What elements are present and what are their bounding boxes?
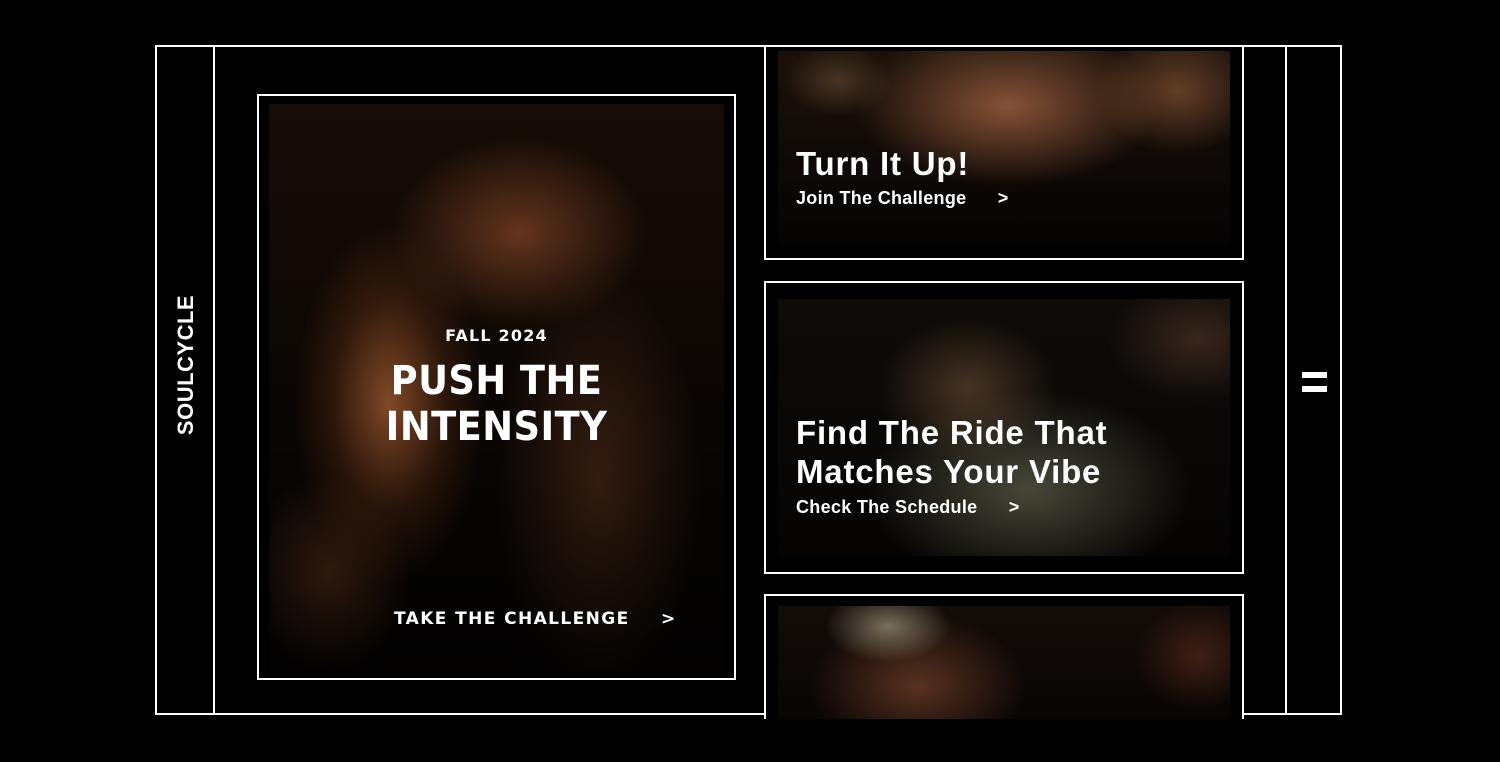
brand-logo[interactable]: SOULCYCLE bbox=[173, 295, 199, 435]
hero-eyebrow: FALL 2024 bbox=[445, 326, 548, 345]
promo-card-schedule[interactable]: Find The Ride That Matches Your Vibe Che… bbox=[764, 281, 1244, 574]
promo-photo-partial bbox=[778, 606, 1230, 719]
hero-title: PUSH THE INTENSITY bbox=[385, 358, 608, 450]
hero-cta-link[interactable]: TAKE THE CHALLENGE > bbox=[394, 609, 677, 629]
hamburger-menu-icon[interactable] bbox=[1302, 372, 1327, 394]
menu-bar-top bbox=[1302, 372, 1327, 378]
promo-card-partial[interactable] bbox=[764, 594, 1244, 719]
check-schedule-link[interactable]: Check The Schedule > bbox=[796, 497, 1020, 518]
promo-title-schedule: Find The Ride That Matches Your Vibe bbox=[796, 414, 1108, 490]
chevron-right-icon: > bbox=[660, 609, 677, 629]
check-schedule-label: Check The Schedule bbox=[796, 497, 978, 517]
chevron-right-icon: > bbox=[997, 188, 1009, 208]
promo-title-challenge: Turn It Up! bbox=[796, 145, 970, 182]
hero-card[interactable]: FALL 2024 PUSH THE INTENSITY TAKE THE CH… bbox=[257, 94, 736, 680]
menu-bar-bottom bbox=[1302, 386, 1327, 392]
join-challenge-link[interactable]: Join The Challenge > bbox=[796, 188, 1009, 209]
chevron-right-icon: > bbox=[1008, 497, 1020, 517]
hero-cta-label: TAKE THE CHALLENGE bbox=[394, 609, 630, 629]
join-challenge-label: Join The Challenge bbox=[796, 188, 967, 208]
promo-card-challenge[interactable]: Turn It Up! Join The Challenge > bbox=[764, 47, 1244, 260]
